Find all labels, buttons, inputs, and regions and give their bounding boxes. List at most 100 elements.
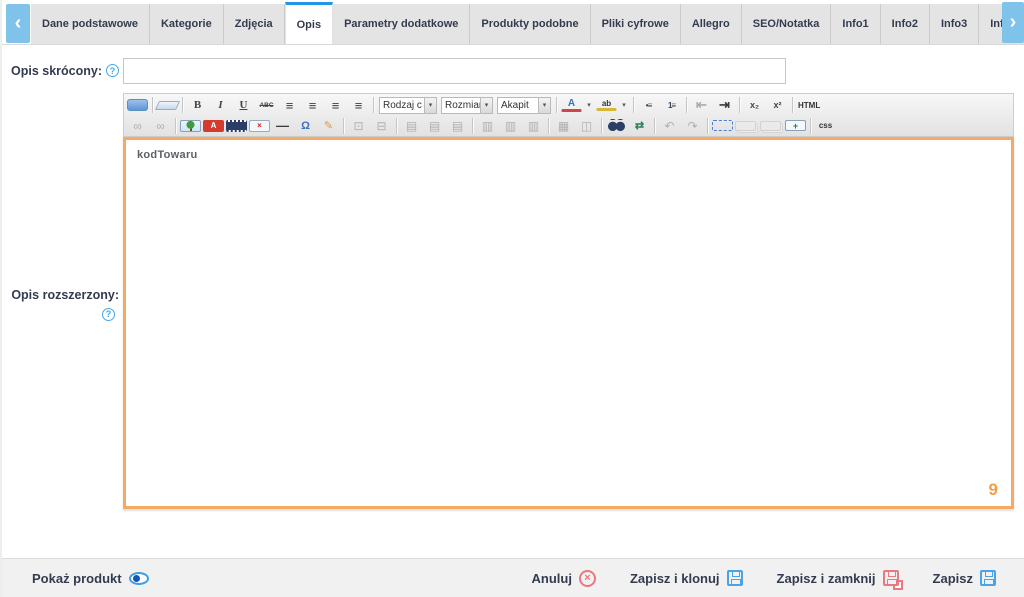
tab-seo-notatka[interactable]: SEO/Notatka — [742, 4, 832, 44]
remove-image-icon[interactable]: × — [249, 120, 270, 132]
font-size-select-arrow-icon: ▾ — [480, 98, 492, 113]
tab-parametry-dodatkowe[interactable]: Parametry dodatkowe — [333, 4, 470, 44]
toolbar-row-1: BIUABC≡≡≡≡Rodzaj c▾Rozmiar▾Akapit▾A▾ab▾•… — [126, 95, 1011, 115]
eye-icon — [129, 572, 149, 585]
toolbar-separator — [556, 97, 557, 113]
special-char-icon[interactable]: Ω — [295, 117, 316, 135]
underline-icon[interactable]: U — [233, 96, 254, 114]
zapisz-button[interactable]: Zapisz — [933, 570, 996, 586]
toolbar-separator — [182, 97, 183, 113]
save-icon — [980, 570, 996, 586]
delete-col-icon: ▥ — [523, 117, 544, 135]
tab-allegro[interactable]: Allegro — [681, 4, 742, 44]
insert-media-icon[interactable] — [226, 120, 247, 132]
tab-info3[interactable]: Info3 — [930, 4, 979, 44]
css-button[interactable]: css — [815, 117, 836, 135]
short-description-input[interactable] — [123, 58, 786, 84]
footer-bar: Pokaż produkt Anuluj× Zapisz i klonuj Zapi… — [2, 558, 1024, 597]
editor-content[interactable]: kodTowaru 9 — [123, 137, 1014, 509]
show-product-label: Pokaż produkt — [32, 571, 122, 586]
paste-plus-icon[interactable]: + — [785, 120, 806, 131]
anuluj-button[interactable]: Anuluj× — [532, 570, 596, 587]
save-icon — [727, 570, 743, 586]
redo-icon: ↷ — [682, 117, 703, 135]
toolbar-separator — [633, 97, 634, 113]
tab-zdjecia[interactable]: Zdjęcia — [224, 4, 285, 44]
align-center-icon[interactable]: ≡ — [302, 96, 323, 114]
short-description-row: Opis skrócony:? — [2, 58, 786, 84]
align-right-icon[interactable]: ≡ — [325, 96, 346, 114]
toolbar-separator — [707, 118, 708, 134]
tab-produkty-podobne[interactable]: Produkty podobne — [470, 4, 590, 44]
char-counter: 9 — [989, 480, 998, 500]
align-left-icon[interactable]: ≡ — [279, 96, 300, 114]
toggle-editor-icon[interactable] — [127, 99, 148, 111]
html-source-button[interactable]: HTML — [797, 96, 821, 114]
font-size-select[interactable]: Rozmiar▾ — [441, 97, 493, 114]
font-family-select-value: Rodzaj c — [380, 100, 424, 111]
toolbar-separator — [343, 118, 344, 134]
italic-icon[interactable]: I — [210, 96, 231, 114]
font-family-select[interactable]: Rodzaj c▾ — [379, 97, 437, 114]
long-description-label: Opis rozszerzony: — [11, 288, 119, 302]
horizontal-rule-icon[interactable]: — — [272, 117, 293, 135]
help-icon[interactable]: ? — [106, 64, 119, 77]
insert-layer-icon: ⊡ — [348, 117, 369, 135]
tab-pliki-cyfrowe[interactable]: Pliki cyfrowe — [591, 4, 681, 44]
font-color-icon[interactable]: A — [561, 99, 582, 112]
paste-style-icon — [760, 121, 781, 131]
insert-image-icon[interactable] — [180, 120, 201, 132]
help-icon[interactable]: ? — [102, 308, 115, 321]
find-replace-icon[interactable]: ⇄ — [629, 117, 650, 135]
align-justify-icon[interactable]: ≡ — [348, 96, 369, 114]
insert-template-icon[interactable]: ✎ — [318, 117, 339, 135]
insert-col-before-icon: ▥ — [477, 117, 498, 135]
highlight-color-menu-icon[interactable]: ▾ — [619, 96, 629, 114]
split-cells-icon: ◫ — [576, 117, 597, 135]
zapisz-i-zamknij-label: Zapisz i zamknij — [777, 571, 876, 586]
numbered-list-icon[interactable]: 1≡ — [661, 96, 682, 114]
font-family-select-arrow-icon: ▾ — [424, 98, 436, 113]
toolbar-separator — [739, 97, 740, 113]
tab-opis[interactable]: Opis — [285, 2, 333, 44]
toolbar-separator — [654, 118, 655, 134]
zapisz-i-klonuj-button[interactable]: Zapisz i klonuj — [630, 570, 743, 586]
rich-text-editor: BIUABC≡≡≡≡Rodzaj c▾Rozmiar▾Akapit▾A▾ab▾•… — [123, 93, 1014, 509]
toolbar-separator — [396, 118, 397, 134]
toolbar-row-2: ∞∞A×—Ω✎⊡⊟▤▤▤▥▥▥▦◫⇄↶↷+css — [126, 115, 1011, 135]
format-select[interactable]: Akapit▾ — [497, 97, 551, 114]
toolbar-separator — [601, 118, 602, 134]
tab-dane-podstawowe[interactable]: Dane podstawowe — [31, 4, 150, 44]
highlight-color-icon[interactable]: ab — [596, 99, 617, 111]
link-icon: ∞ — [127, 117, 148, 135]
bullet-list-icon[interactable]: •≡ — [638, 96, 659, 114]
font-size-select-value: Rozmiar — [442, 100, 480, 111]
tab-info2[interactable]: Info2 — [881, 4, 930, 44]
editor-toolbar: BIUABC≡≡≡≡Rodzaj c▾Rozmiar▾Akapit▾A▾ab▾•… — [123, 93, 1014, 137]
find-icon[interactable] — [606, 119, 627, 132]
insert-col-after-icon: ▥ — [500, 117, 521, 135]
remove-format-icon[interactable] — [155, 101, 180, 110]
select-all-icon[interactable] — [712, 120, 733, 131]
zapisz-label: Zapisz — [933, 571, 973, 586]
insert-pdf-icon[interactable]: A — [203, 120, 224, 132]
toolbar-separator — [810, 118, 811, 134]
indent-icon[interactable]: ⇥ — [714, 96, 735, 114]
zapisz-i-zamknij-button[interactable]: Zapisz i zamknij — [777, 570, 899, 586]
tabs-scroll-left-button[interactable]: ‹ — [6, 4, 30, 43]
undo-icon: ↶ — [659, 117, 680, 135]
tab-kategorie[interactable]: Kategorie — [150, 4, 224, 44]
format-select-arrow-icon: ▾ — [538, 98, 550, 113]
tabs-strip: Dane podstawoweKategorieZdjęciaOpisParam… — [31, 0, 1024, 44]
font-color-menu-icon[interactable]: ▾ — [584, 96, 594, 114]
show-product-button[interactable]: Pokaż produkt — [32, 571, 149, 586]
outdent-icon: ⇤ — [691, 96, 712, 114]
toolbar-separator — [152, 97, 153, 113]
subscript-icon[interactable]: x₂ — [744, 96, 765, 114]
tab-info1[interactable]: Info1 — [831, 4, 880, 44]
strikethrough-icon[interactable]: ABC — [256, 96, 277, 114]
superscript-icon[interactable]: x² — [767, 96, 788, 114]
product-edit-page: ‹ Dane podstawoweKategorieZdjęciaOpisPar… — [0, 0, 1024, 597]
bold-icon[interactable]: B — [187, 96, 208, 114]
tabs-scroll-right-button[interactable]: › — [1002, 2, 1024, 43]
